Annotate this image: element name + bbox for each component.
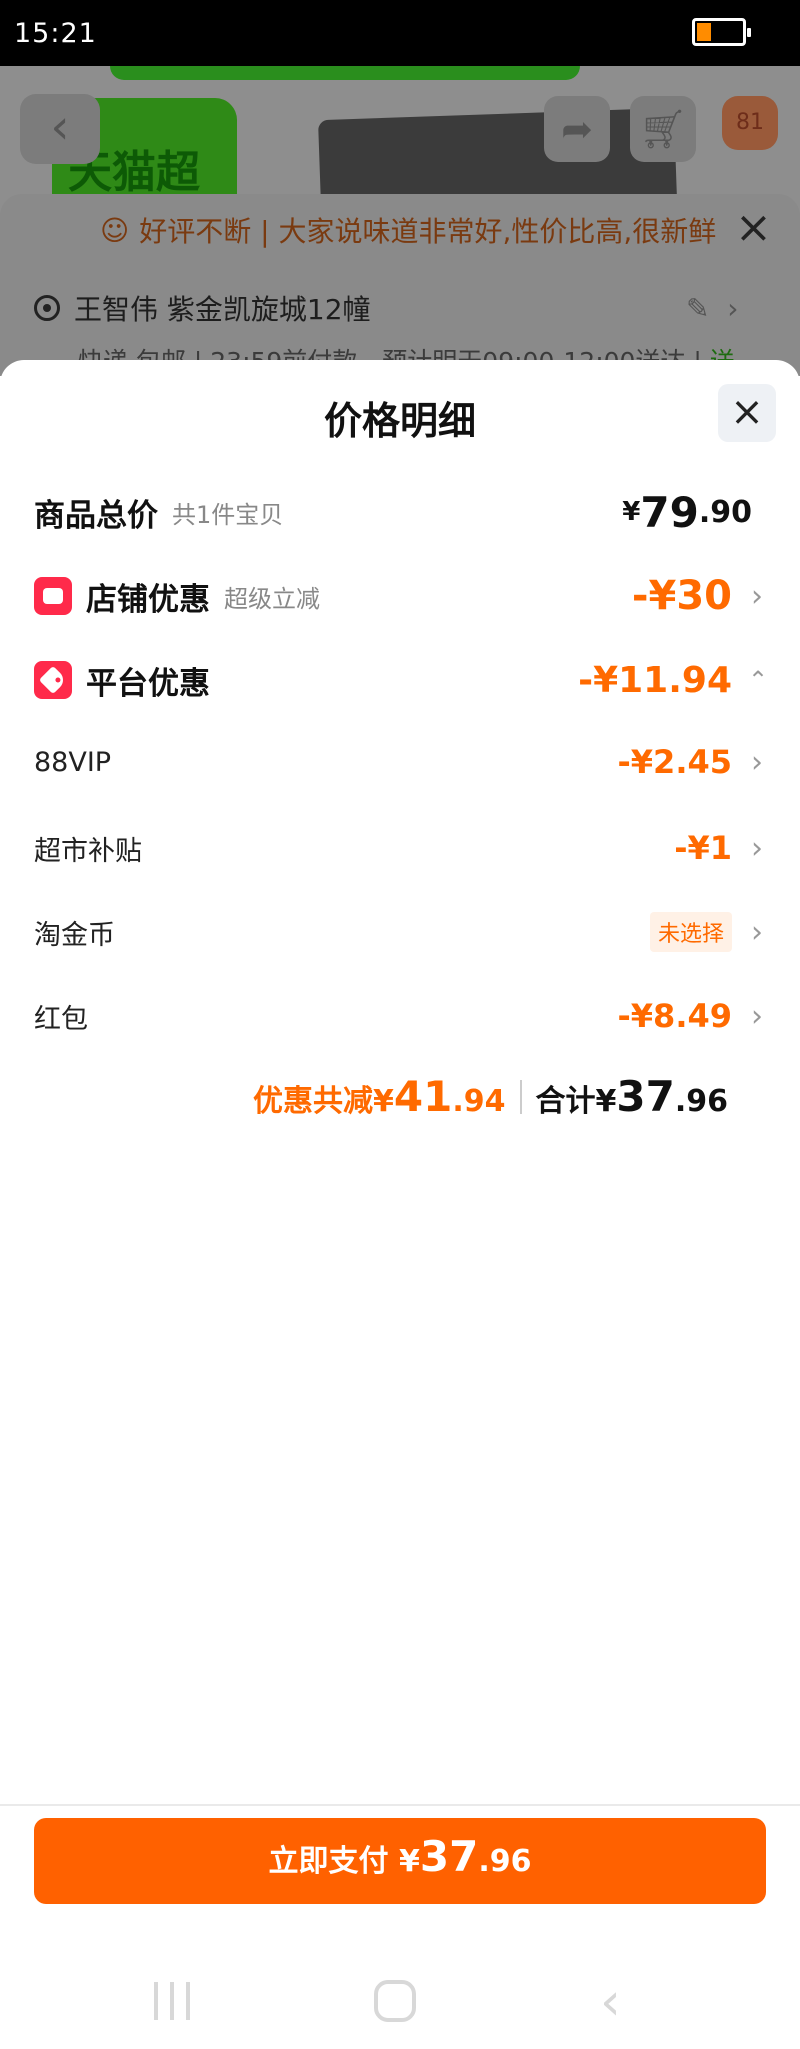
chevron-right-icon: › [751,578,763,614]
grand-total-label: 合计¥ [535,1084,617,1119]
red-packet-right: -¥8.49 › [618,986,767,1046]
goods-total-row: 商品总价 共1件宝贝 ¥ 79 .90 [34,482,766,542]
platform-discount-amount: -¥11.94 [578,659,732,701]
currency-symbol: ¥ [622,497,641,527]
status-time: 15:21 [14,18,97,49]
goods-total-label: 商品总价 [34,497,158,534]
platform-discount-label: 平台优惠 [86,665,210,702]
vip-label: 88VIP [34,746,112,778]
not-selected-badge: 未选择 [649,912,732,952]
price-summary: 优惠共减¥ 41 .94 合计¥ 37 .96 [253,1072,728,1121]
vip-amount: -¥2.45 [617,743,733,781]
pay-button-label: 立即支付 ¥ [268,1844,420,1879]
back-nav-icon[interactable]: ‹ [600,1972,621,2032]
address-text: 王智伟 紫金凯旋城12幢 [74,293,371,326]
status-bar: 15:21 [0,0,800,66]
list-item[interactable]: 88VIP -¥2.45 › [34,732,766,792]
platform-discount-right: -¥11.94 ⌃ [578,650,769,710]
chevron-right-icon: › [751,830,763,866]
pay-button-int: 37 [419,1832,479,1881]
discount-total-int: 41 [393,1072,453,1121]
address-row: 王智伟 紫金凯旋城12幢 [34,288,371,328]
discount-total-label: 优惠共减¥ [253,1084,394,1119]
cart-icon: 🛒︎ [630,96,696,162]
cart-badge: 81 [722,96,778,150]
banner-close-icon: × [735,202,772,253]
red-packet-amount: -¥8.49 [617,997,733,1035]
subsidy-right: -¥1 › [674,818,766,878]
banner-text: 好评不断 | 大家说味道非常好,性价比高,很新鲜 [139,215,717,248]
review-banner: ☺ 好评不断 | 大家说味道非常好,性价比高,很新鲜 [100,210,716,250]
chevron-right-icon: › [751,998,763,1034]
location-pin-icon [34,295,60,321]
red-packet-label: 红包 [34,1003,88,1035]
shop-discount-sub: 超级立减 [224,584,320,613]
shop-discount-amount: -¥30 [631,573,732,619]
share-icon: ➦ [544,96,610,162]
shop-discount-right: -¥30 › [632,566,766,626]
list-item[interactable]: 红包 -¥8.49 › [34,986,766,1046]
grand-total-int: 37 [616,1072,675,1121]
coins-label: 淘金币 [34,919,115,951]
pay-button-dec: .96 [478,1844,532,1879]
bottom-divider [0,1804,800,1806]
goods-count: 共1件宝贝 [172,500,284,529]
battery-icon [692,18,751,46]
pay-now-button[interactable]: 立即支付 ¥ 37 .96 [34,1818,766,1904]
smile-icon: ☺ [100,213,130,247]
subsidy-amount: -¥1 [674,829,732,867]
close-button[interactable]: × [718,384,776,442]
system-nav-bar: ‹ [0,1960,800,2049]
subsidy-label: 超市补贴 [34,835,142,867]
platform-discount-row[interactable]: 平台优惠 -¥11.94 ⌃ [34,650,769,710]
top-green-bar [110,66,580,80]
back-icon: ‹ [20,94,100,164]
shop-icon [34,577,72,615]
recent-apps-icon[interactable] [154,1982,190,2020]
home-icon[interactable] [374,1980,416,2022]
chevron-right-icon: › [751,914,763,950]
shop-discount-row[interactable]: 店铺优惠 超级立减 -¥30 › [34,566,766,626]
list-item[interactable]: 淘金币 未选择 › [34,902,766,962]
coupon-tag-icon [34,661,72,699]
coins-right: 未选择 › [649,902,766,962]
price-detail-sheet: 价格明细 × 商品总价 共1件宝贝 ¥ 79 .90 店铺优惠 超级立减 -¥3… [0,360,800,2049]
shop-discount-label: 店铺优惠 [86,581,210,618]
vip-right: -¥2.45 › [618,732,767,792]
grand-total-dec: .96 [674,1084,728,1119]
goods-total-price: ¥ 79 .90 [622,482,752,542]
list-item[interactable]: 超市补贴 -¥1 › [34,818,766,878]
goods-total-dec: .90 [698,494,752,530]
edit-icon: ✎ › [686,292,739,325]
background-page: 天猫超市 ‹ ➦ 🛒︎ 81 ☺ 好评不断 | 大家说味道非常好,性价比高,很新… [0,66,800,376]
divider [519,1079,522,1114]
discount-total-dec: .94 [452,1084,506,1119]
chevron-right-icon: › [751,744,763,780]
sheet-title: 价格明细 [323,399,476,443]
chevron-up-icon: ⌃ [748,666,769,694]
goods-total-int: 79 [640,487,699,537]
